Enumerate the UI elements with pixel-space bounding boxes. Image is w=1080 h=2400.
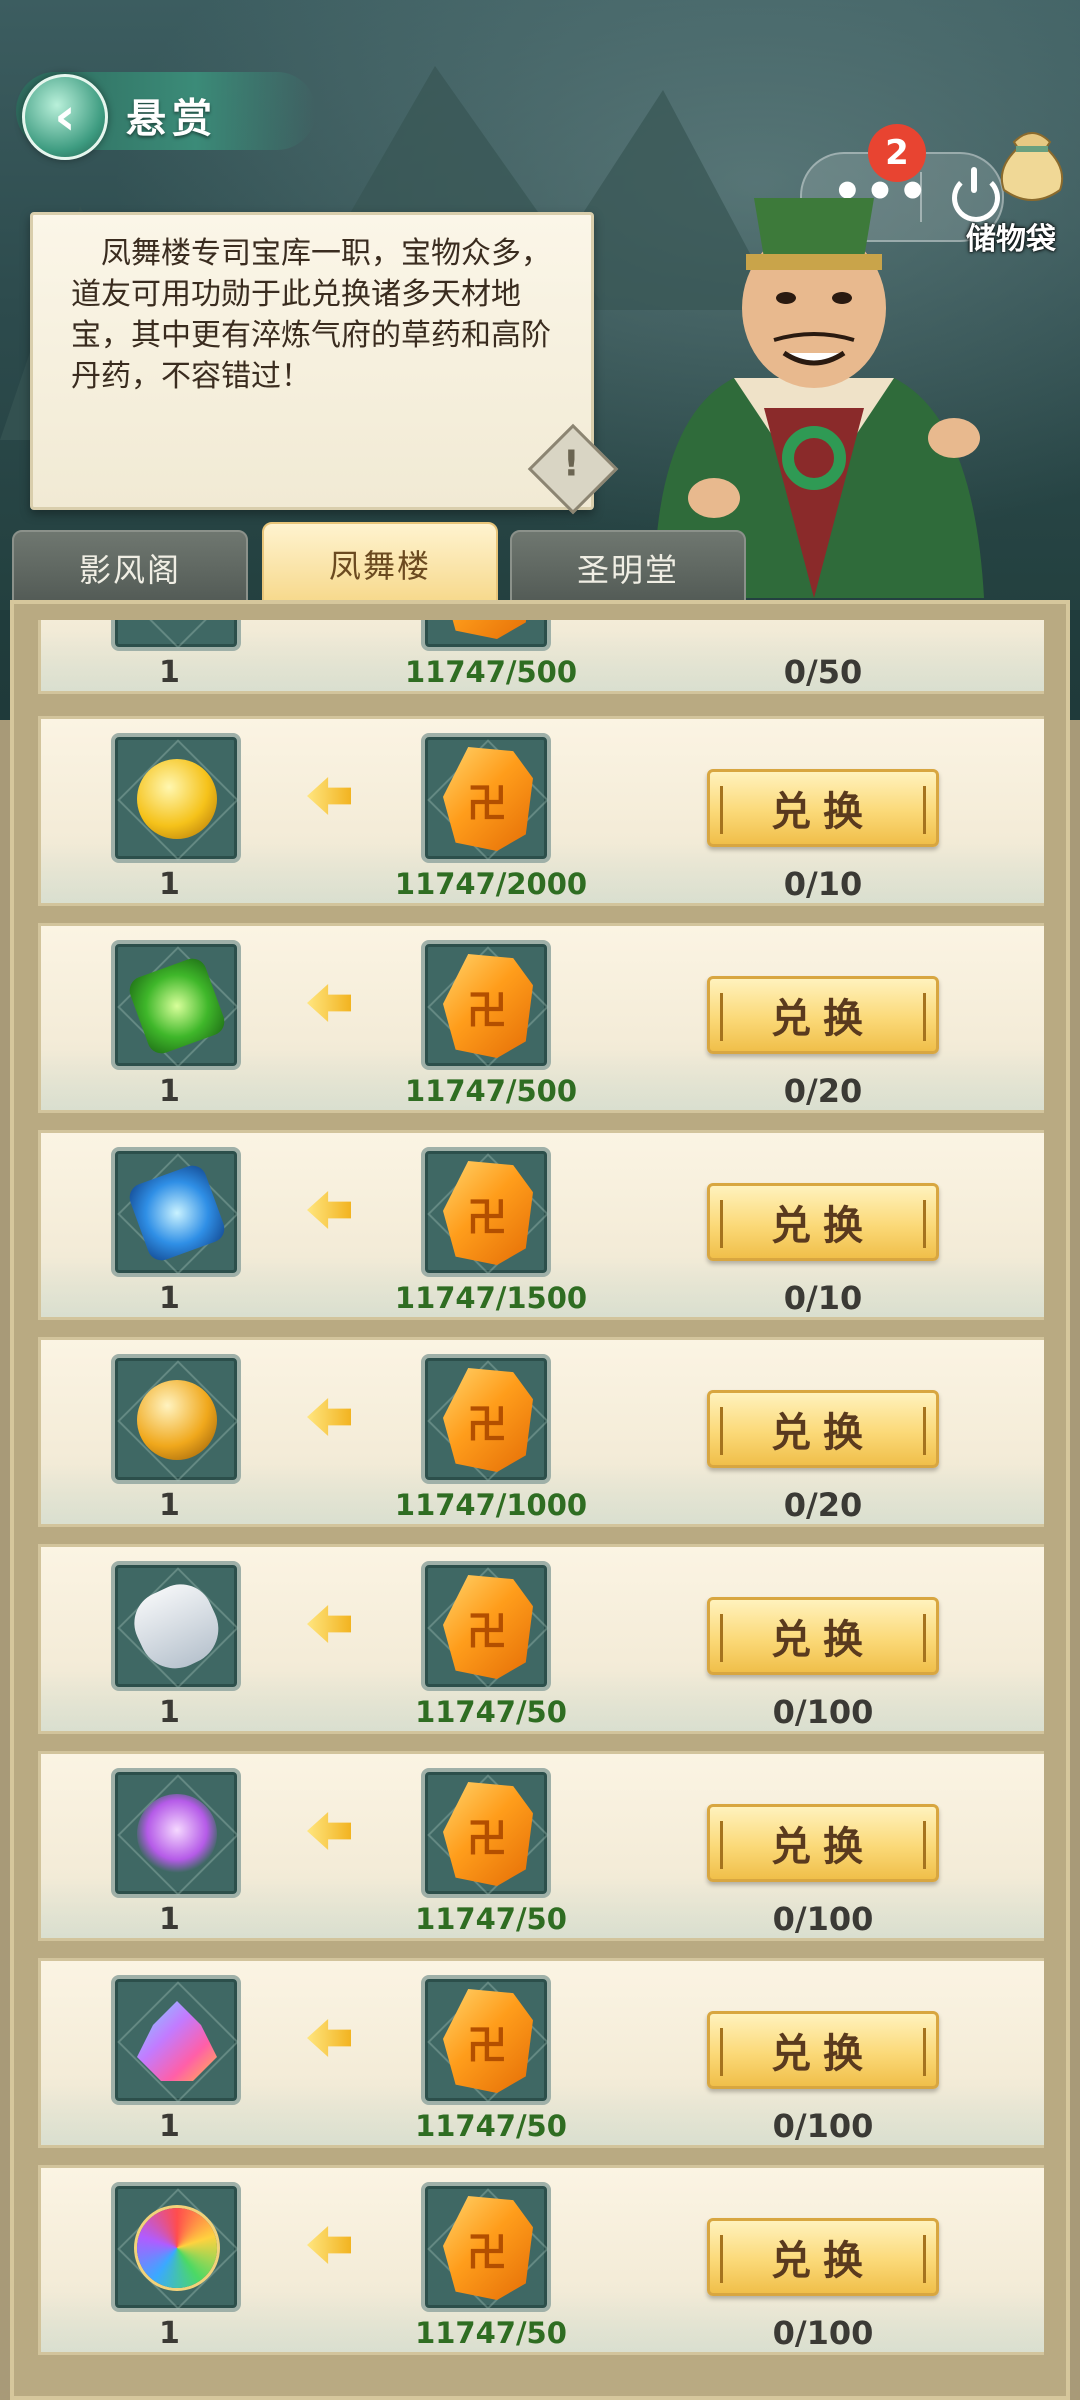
- merit-crystal-icon: 卍: [443, 954, 533, 1058]
- merit-crystal-icon: 卍: [443, 1782, 533, 1886]
- cost-progress: 11747/1500: [394, 1281, 588, 1315]
- cost-slot: 卍: [421, 1561, 551, 1691]
- exchange-button[interactable]: 兑换: [707, 2218, 939, 2296]
- exchange-button[interactable]: 兑换: [707, 976, 939, 1054]
- cost-progress: 11747/500: [404, 1074, 578, 1108]
- exchange-row: 卍 1 11747/2000 兑换 0/10: [38, 716, 1044, 906]
- exchange-row: 卍 1 11747/50 兑换 0/100: [38, 1958, 1044, 2148]
- cost-slot: [421, 620, 551, 651]
- exchange-limit: 0/10: [783, 865, 863, 903]
- merit-crystal-icon: 卍: [443, 1368, 533, 1472]
- merit-crystal-icon: 卍: [443, 747, 533, 851]
- cost-progress: 11747/500: [404, 655, 578, 689]
- arrow-left-icon: [307, 1812, 351, 1850]
- exchange-limit: 0/20: [783, 1486, 863, 1524]
- exchange-row: 1 11747/500 0/50: [38, 620, 1044, 694]
- arrow-left-icon: [307, 2226, 351, 2264]
- reward-slot[interactable]: [111, 1975, 241, 2105]
- reward-quantity: 1: [159, 1695, 180, 1730]
- cost-slot: 卍: [421, 733, 551, 863]
- arrow-left-icon: [307, 1605, 351, 1643]
- cost-slot: 卍: [421, 2182, 551, 2312]
- blue-spirit-talisman-icon: [125, 1161, 229, 1265]
- cost-progress: 11747/1000: [394, 1488, 588, 1522]
- exchange-button[interactable]: 兑换: [707, 1597, 939, 1675]
- category-tabs: 影风阁 凤舞楼 圣明堂: [0, 522, 1080, 606]
- tab-yingfeng-pavilion[interactable]: 影风阁: [12, 530, 248, 606]
- golden-flame-orb-icon: [137, 759, 217, 839]
- cost-slot: 卍: [421, 1354, 551, 1484]
- npc-dialog-text: 凤舞楼专司宝库一职，宝物众多，道友可用功勋于此兑换诸多天材地宝，其中更有淬炼气府…: [71, 236, 551, 394]
- reward-quantity: 1: [159, 2316, 180, 2351]
- exchange-limit: 0/100: [772, 1693, 874, 1731]
- cost-slot: 卍: [421, 1975, 551, 2105]
- reward-slot[interactable]: [111, 733, 241, 863]
- reward-quantity: 1: [159, 1902, 180, 1937]
- page-title: 悬赏: [126, 96, 218, 142]
- exchange-limit: 0/100: [772, 2107, 874, 2145]
- merit-crystal-icon: 卍: [443, 1575, 533, 1679]
- cost-progress: 11747/50: [415, 2316, 567, 2350]
- merit-crystal-icon: 卍: [443, 2196, 533, 2300]
- reward-slot[interactable]: [111, 1147, 241, 1277]
- reward-slot[interactable]: [111, 1354, 241, 1484]
- green-jade-talisman-icon: [125, 954, 229, 1058]
- exchange-button[interactable]: 兑换: [707, 1183, 939, 1261]
- reward-slot[interactable]: [111, 1561, 241, 1691]
- merit-crystal-icon: 卍: [443, 1161, 533, 1265]
- cost-progress: 11747/2000: [394, 867, 588, 901]
- exchange-limit: 0/100: [772, 1900, 874, 1938]
- arrow-left-icon: [307, 1398, 351, 1436]
- cost-slot: 卍: [421, 940, 551, 1070]
- cost-progress: 11747/50: [415, 2109, 567, 2143]
- cost-progress: 11747/50: [415, 1902, 567, 1936]
- reward-slot[interactable]: [111, 940, 241, 1070]
- exchange-row: 卍 1 11747/1000 兑换 0/20: [38, 1337, 1044, 1527]
- exchange-row: 卍 1 11747/50 兑换 0/100: [38, 2165, 1044, 2355]
- merit-crystal-icon: 卍: [443, 1989, 533, 2093]
- exchange-limit: 0/10: [783, 1279, 863, 1317]
- reward-quantity: 1: [159, 867, 180, 902]
- tab-shengming-hall[interactable]: 圣明堂: [510, 530, 746, 606]
- exchange-limit: 0/20: [783, 1072, 863, 1110]
- reward-slot[interactable]: [111, 1768, 241, 1898]
- exchange-list[interactable]: 1 11747/500 0/50 卍 1 11747/2000 兑换 0/10 …: [24, 620, 1044, 2400]
- chevron-left-icon: ‹: [54, 87, 76, 147]
- merit-crystal-icon: [443, 620, 533, 639]
- reward-slot[interactable]: [111, 2182, 241, 2312]
- exchange-limit: 0/100: [772, 2314, 874, 2352]
- arrow-left-icon: [307, 2019, 351, 2057]
- exchange-row: 卍 1 11747/50 兑换 0/100: [38, 1544, 1044, 1734]
- purple-spirit-herb-icon: [137, 1794, 217, 1874]
- arrow-left-icon: [307, 777, 351, 815]
- golden-pearl-icon: [137, 1380, 217, 1460]
- exchange-limit: 0/50: [783, 653, 863, 691]
- exchange-button[interactable]: 兑换: [707, 769, 939, 847]
- exchange-button[interactable]: 兑换: [707, 1390, 939, 1468]
- back-button[interactable]: ‹: [22, 74, 108, 160]
- npc-dialog-box: 凤舞楼专司宝库一职，宝物众多，道友可用功勋于此兑换诸多天材地宝，其中更有淬炼气府…: [30, 212, 619, 515]
- reward-quantity: 1: [159, 2109, 180, 2144]
- exchange-row: 卍 1 11747/500 兑换 0/20: [38, 923, 1044, 1113]
- reward-quantity: 1: [159, 1074, 180, 1109]
- porcelain-vase-icon: [123, 1573, 231, 1681]
- reward-quantity: 1: [159, 1488, 180, 1523]
- cost-progress: 11747/50: [415, 1695, 567, 1729]
- rainbow-orb-icon: [137, 2208, 217, 2288]
- arrow-left-icon: [307, 1191, 351, 1229]
- reward-quantity: 1: [159, 1281, 180, 1316]
- exchange-row: 卍 1 11747/1500 兑换 0/10: [38, 1130, 1044, 1320]
- cost-slot: 卍: [421, 1147, 551, 1277]
- exchange-button[interactable]: 兑换: [707, 2011, 939, 2089]
- cost-slot: 卍: [421, 1768, 551, 1898]
- tab-fengwu-tower[interactable]: 凤舞楼: [262, 522, 498, 606]
- reward-quantity: 1: [159, 655, 180, 690]
- exchange-row: 卍 1 11747/50 兑换 0/100: [38, 1751, 1044, 1941]
- arrow-left-icon: [307, 984, 351, 1022]
- reward-slot[interactable]: [111, 620, 241, 651]
- exchange-button[interactable]: 兑换: [707, 1804, 939, 1882]
